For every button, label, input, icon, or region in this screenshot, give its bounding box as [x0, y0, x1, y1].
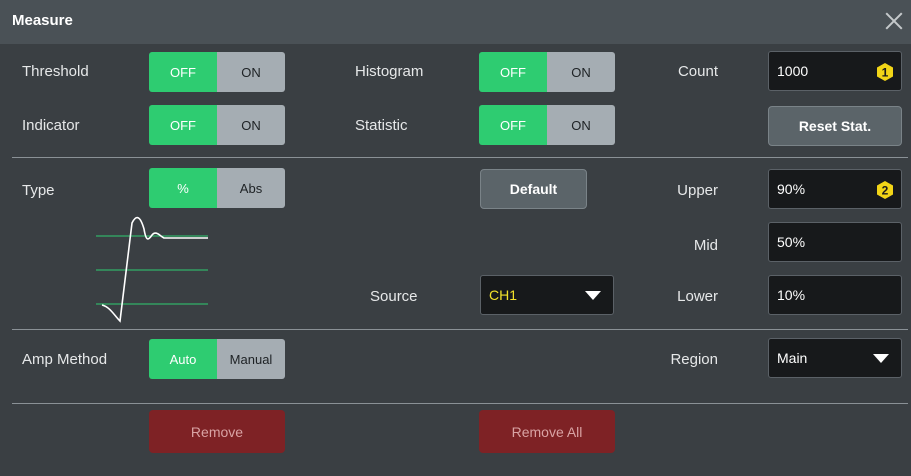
lower-input[interactable]: 10% — [768, 275, 902, 315]
amp-manual-option[interactable]: Manual — [217, 339, 285, 379]
source-value: CH1 — [489, 287, 518, 303]
region-label: Region — [670, 351, 718, 368]
hexagon-number-badge-icon: 1 — [875, 62, 895, 82]
statistic-on-option[interactable]: ON — [547, 105, 615, 145]
indicator-label: Indicator — [22, 117, 80, 134]
count-value: 1000 — [777, 63, 809, 79]
caret-down-icon — [873, 354, 889, 363]
count-badge-number: 1 — [882, 66, 889, 80]
region-value: Main — [777, 350, 808, 366]
upper-label: Upper — [677, 182, 718, 199]
remove-all-button[interactable]: Remove All — [479, 410, 615, 453]
title-bar: Measure — [0, 0, 911, 44]
upper-value: 90% — [777, 181, 806, 197]
threshold-on-option[interactable]: ON — [217, 52, 285, 92]
measure-dialog: Measure Threshold OFF ON Histogram OFF O… — [0, 0, 911, 476]
histogram-off-option[interactable]: OFF — [479, 52, 547, 92]
type-percent-option[interactable]: % — [149, 168, 217, 208]
threshold-toggle[interactable]: OFF ON — [149, 52, 285, 92]
statistic-toggle[interactable]: OFF ON — [479, 105, 615, 145]
type-label: Type — [22, 182, 55, 199]
default-button[interactable]: Default — [480, 169, 587, 209]
type-toggle[interactable]: % Abs — [149, 168, 285, 208]
indicator-toggle[interactable]: OFF ON — [149, 105, 285, 145]
divider — [12, 403, 908, 404]
source-select[interactable]: CH1 — [480, 275, 614, 315]
histogram-toggle[interactable]: OFF ON — [479, 52, 615, 92]
mid-label: Mid — [693, 237, 718, 254]
upper-badge-number: 2 — [882, 184, 889, 198]
statistic-label: Statistic — [355, 117, 408, 134]
indicator-off-option[interactable]: OFF — [149, 105, 217, 145]
source-label: Source — [370, 288, 418, 305]
count-input[interactable]: 1000 1 — [768, 51, 902, 91]
statistic-off-option[interactable]: OFF — [479, 105, 547, 145]
indicator-on-option[interactable]: ON — [217, 105, 285, 145]
amp-auto-option[interactable]: Auto — [149, 339, 217, 379]
hexagon-number-badge-icon: 2 — [875, 180, 895, 200]
amp-method-label: Amp Method — [22, 351, 108, 368]
remove-button[interactable]: Remove — [149, 410, 285, 453]
divider — [12, 329, 908, 330]
lower-label: Lower — [677, 288, 718, 305]
threshold-off-option[interactable]: OFF — [149, 52, 217, 92]
count-label: Count — [677, 63, 718, 80]
waveform-trace — [101, 216, 208, 323]
amp-method-toggle[interactable]: Auto Manual — [149, 339, 285, 379]
histogram-label: Histogram — [355, 63, 424, 80]
region-select[interactable]: Main — [768, 338, 902, 378]
lower-value: 10% — [777, 287, 806, 303]
divider — [12, 157, 908, 158]
mid-value: 50% — [777, 234, 806, 250]
threshold-waveform-icon — [96, 216, 208, 323]
close-icon[interactable] — [881, 8, 907, 34]
reset-stat-button[interactable]: Reset Stat. — [768, 106, 902, 146]
threshold-label: Threshold — [22, 63, 89, 80]
upper-input[interactable]: 90% 2 — [768, 169, 902, 209]
type-abs-option[interactable]: Abs — [217, 168, 285, 208]
dialog-title: Measure — [12, 12, 73, 29]
mid-input[interactable]: 50% — [768, 222, 902, 262]
